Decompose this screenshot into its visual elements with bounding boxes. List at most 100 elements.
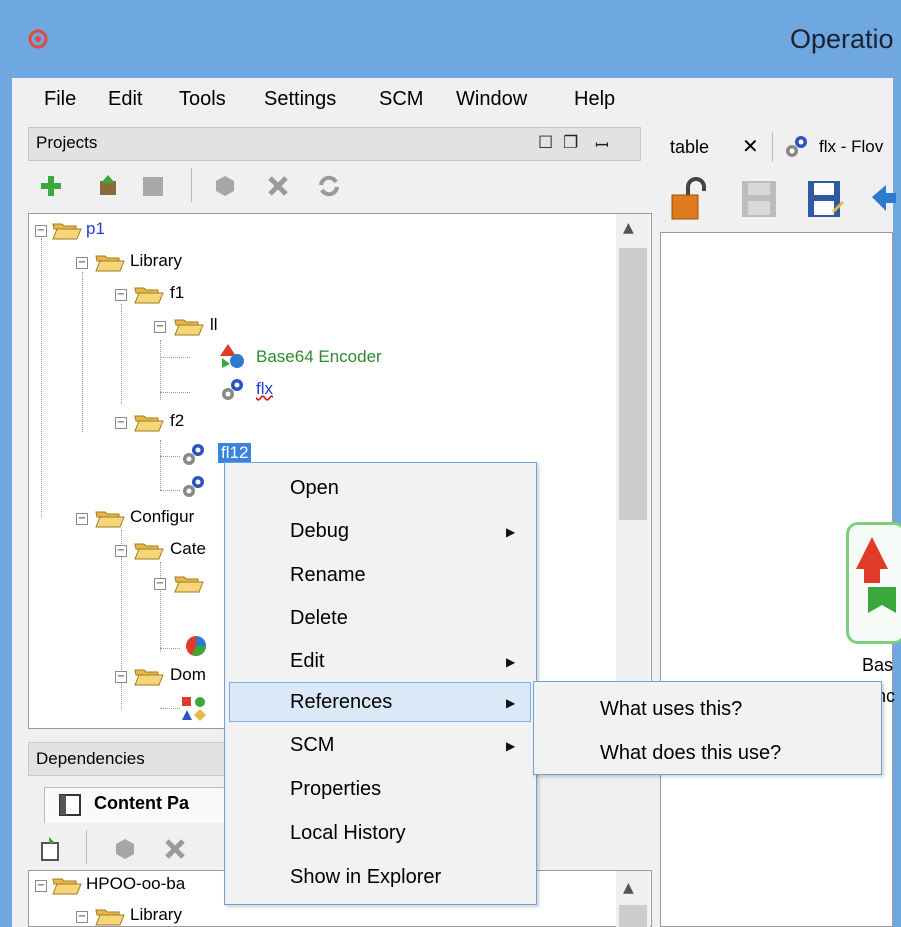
folder-open-icon bbox=[134, 669, 164, 686]
save-as-icon[interactable] bbox=[806, 179, 844, 219]
restore-icon[interactable]: ❐ bbox=[563, 133, 578, 153]
menu-item-properties[interactable]: Properties bbox=[290, 778, 381, 801]
menu-item-show-in-explorer[interactable]: Show in Explorer bbox=[290, 866, 441, 889]
menu-item-rename[interactable]: Rename bbox=[290, 564, 366, 587]
collapse-toggle[interactable]: − bbox=[76, 257, 88, 269]
disabled-gear-icon[interactable] bbox=[212, 173, 238, 199]
folder-open-icon bbox=[134, 287, 164, 304]
menu-edit[interactable]: Edit bbox=[108, 88, 142, 111]
tree-connector bbox=[160, 340, 161, 400]
collapse-toggle[interactable]: − bbox=[115, 671, 127, 683]
submenu-arrow-icon: ▶ bbox=[506, 655, 516, 669]
tree-scrollbar-thumb[interactable] bbox=[619, 248, 647, 520]
collapse-toggle[interactable]: − bbox=[115, 417, 127, 429]
tree-item-library[interactable]: Library bbox=[130, 251, 182, 271]
collapse-toggle[interactable]: − bbox=[154, 578, 166, 590]
menu-item-delete[interactable]: Delete bbox=[290, 607, 348, 630]
folder-open-icon bbox=[52, 223, 82, 240]
tree-item-fl12-selected[interactable]: fl12 bbox=[218, 443, 252, 463]
menu-help[interactable]: Help bbox=[574, 88, 615, 111]
folder-open-icon bbox=[95, 255, 125, 272]
import-icon[interactable] bbox=[95, 173, 121, 199]
tree-item-ll[interactable]: ll bbox=[210, 315, 218, 335]
menu-tools[interactable]: Tools bbox=[179, 88, 226, 111]
submenu-arrow-icon: ▶ bbox=[506, 696, 516, 710]
tree-connector bbox=[160, 648, 180, 649]
content-pack-tab-label: Content Pa bbox=[94, 793, 190, 813]
tree-item-domain[interactable]: Dom bbox=[170, 665, 206, 685]
tree-connector bbox=[160, 392, 190, 393]
menu-scm[interactable]: SCM bbox=[379, 88, 423, 111]
tree-item-configuration[interactable]: Configur bbox=[130, 507, 194, 527]
tree-item-categories[interactable]: Cate bbox=[170, 539, 206, 559]
delete-icon[interactable] bbox=[162, 836, 188, 862]
tree-connector bbox=[160, 708, 180, 709]
scroll-up-icon[interactable]: ▲ bbox=[623, 220, 634, 236]
menu-item-scm[interactable]: SCM bbox=[290, 734, 334, 757]
menu-item-what-uses-this[interactable]: What uses this? bbox=[600, 698, 742, 721]
window-title: Operatio bbox=[790, 24, 894, 54]
menu-file[interactable]: File bbox=[44, 88, 76, 111]
menu-item-what-does-this-use[interactable]: What does this use? bbox=[600, 742, 781, 765]
maximize-icon[interactable]: ☐ bbox=[538, 133, 553, 153]
menu-item-local-history[interactable]: Local History bbox=[290, 822, 406, 845]
collapse-toggle[interactable]: − bbox=[76, 513, 88, 525]
scroll-up-icon[interactable]: ▲ bbox=[623, 880, 634, 896]
add-icon[interactable] bbox=[38, 173, 64, 199]
collapse-toggle[interactable]: − bbox=[154, 321, 166, 333]
pin-icon[interactable]: ꟷ bbox=[595, 133, 609, 156]
refresh-icon[interactable] bbox=[316, 173, 342, 199]
tree-connector bbox=[160, 357, 190, 358]
collapse-toggle[interactable]: − bbox=[35, 225, 47, 237]
tree-item-f2[interactable]: f2 bbox=[170, 411, 184, 431]
tree-item-f1[interactable]: f1 bbox=[170, 283, 184, 303]
save-icon[interactable] bbox=[740, 179, 778, 219]
menu-item-edit[interactable]: Edit bbox=[290, 650, 324, 673]
navigate-icon[interactable] bbox=[868, 179, 896, 219]
dependency-root[interactable]: HPOO-oo-ba bbox=[86, 874, 185, 894]
unlock-icon[interactable] bbox=[670, 177, 710, 221]
folder-open-icon bbox=[174, 576, 204, 593]
menu-item-open[interactable]: Open bbox=[290, 477, 339, 500]
menu-window[interactable]: Window bbox=[456, 88, 527, 111]
projects-panel-title: Projects bbox=[36, 133, 98, 152]
tab-separator bbox=[772, 132, 773, 162]
folder-open-icon bbox=[95, 909, 125, 926]
menu-item-references[interactable]: References bbox=[290, 691, 392, 714]
flow-gear-icon bbox=[183, 444, 204, 465]
dependency-library[interactable]: Library bbox=[130, 905, 182, 925]
tree-connector bbox=[160, 456, 180, 457]
flow-node-label: Bas bbox=[862, 655, 894, 675]
dependencies-panel-title: Dependencies bbox=[36, 749, 145, 768]
dependencies-scrollbar-thumb[interactable] bbox=[619, 905, 647, 927]
title-bar bbox=[0, 0, 901, 78]
package-icon[interactable] bbox=[140, 173, 166, 199]
tree-connector bbox=[121, 304, 122, 404]
close-tab-icon[interactable]: ✕ bbox=[742, 134, 759, 158]
folder-open-icon bbox=[134, 415, 164, 432]
submenu-arrow-icon: ▶ bbox=[506, 525, 516, 539]
disabled-gear-icon[interactable] bbox=[112, 836, 138, 862]
pie-chart-icon bbox=[186, 636, 206, 656]
collapse-toggle[interactable]: − bbox=[76, 911, 88, 923]
collapse-toggle[interactable]: − bbox=[115, 545, 127, 557]
menu-settings[interactable]: Settings bbox=[264, 88, 336, 111]
flow-gear-icon bbox=[222, 379, 243, 400]
collapse-toggle[interactable]: − bbox=[115, 289, 127, 301]
tree-item-flx[interactable]: flx bbox=[256, 379, 273, 399]
content-pack-icon bbox=[59, 794, 81, 816]
add-dependency-icon[interactable] bbox=[38, 836, 64, 862]
delete-icon[interactable] bbox=[265, 173, 291, 199]
tree-item-p1[interactable]: p1 bbox=[86, 219, 105, 239]
folder-open-icon bbox=[52, 878, 82, 895]
toolbar-separator bbox=[86, 830, 87, 864]
tree-connector bbox=[82, 272, 83, 432]
tree-connector bbox=[41, 238, 42, 518]
tab-table[interactable]: table bbox=[670, 137, 709, 158]
submenu-arrow-icon: ▶ bbox=[506, 739, 516, 753]
tree-item-base64-encoder[interactable]: Base64 Encoder bbox=[256, 347, 382, 367]
collapse-toggle[interactable]: − bbox=[35, 880, 47, 892]
tree-connector bbox=[160, 562, 161, 652]
menu-item-debug[interactable]: Debug bbox=[290, 520, 349, 543]
tab-flx[interactable]: flx - Flov bbox=[819, 137, 883, 157]
